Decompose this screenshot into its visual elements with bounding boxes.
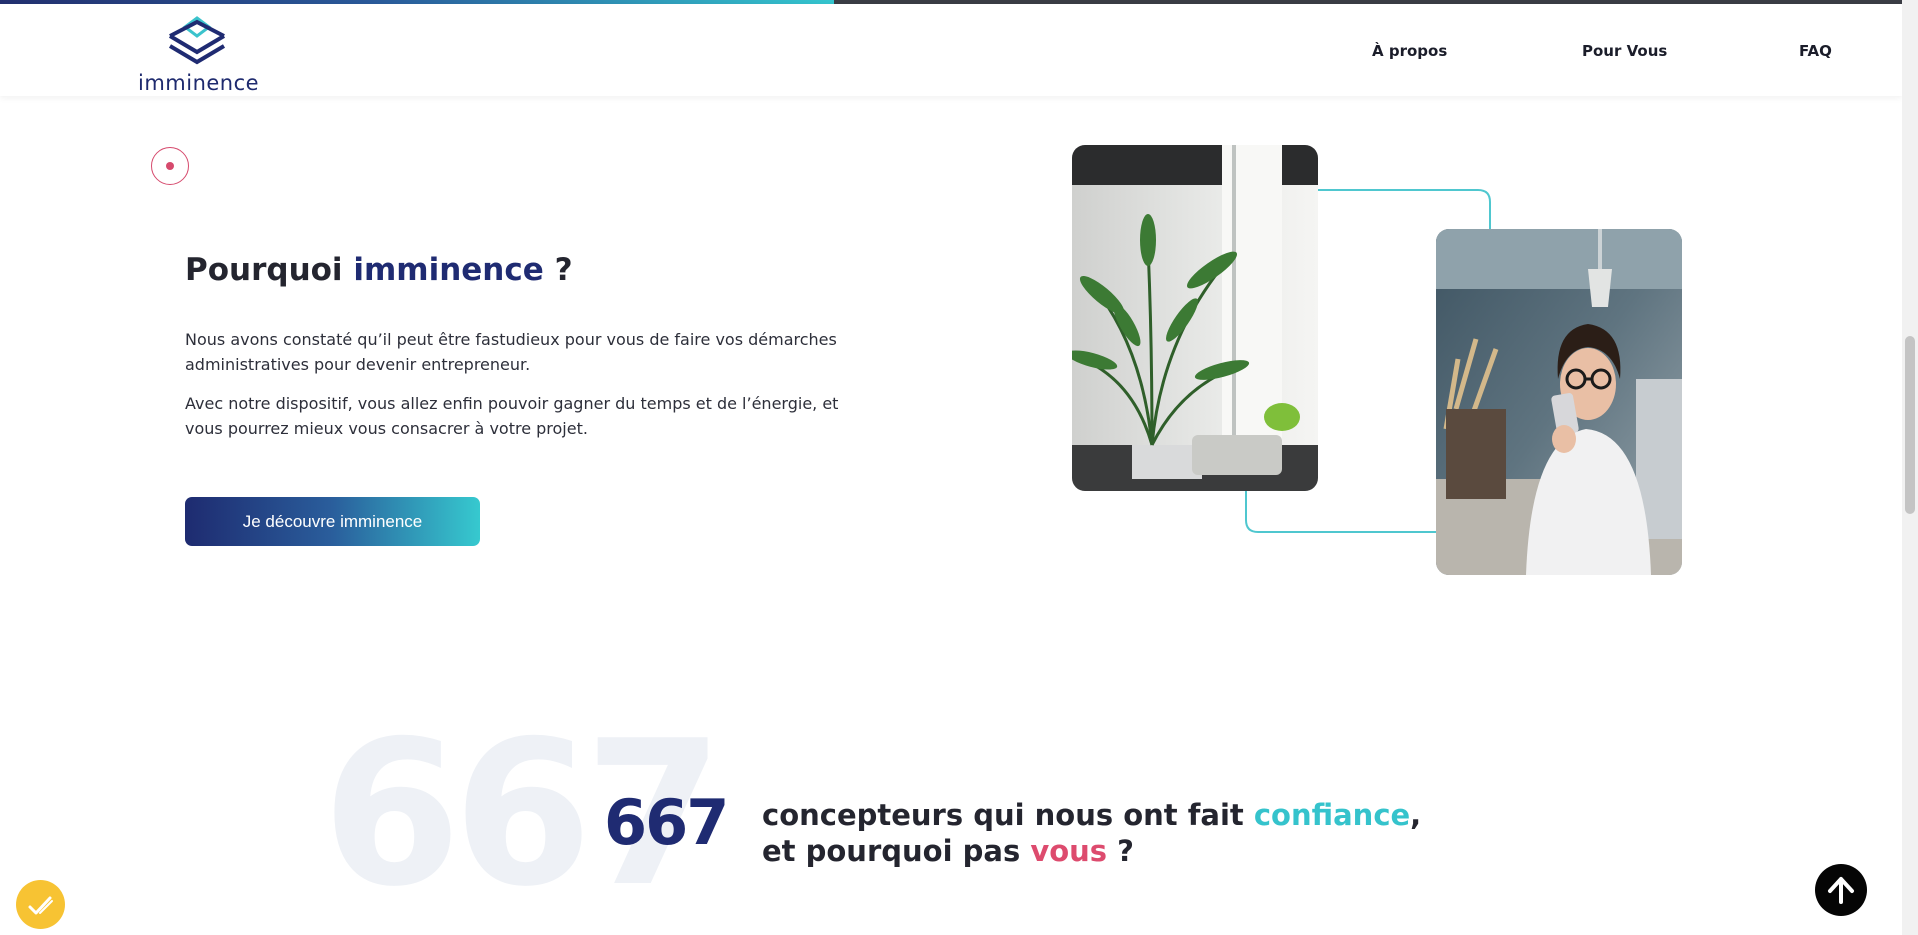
tagline-line1-prefix: concepteurs qui nous ont fait: [762, 798, 1254, 832]
woman-phone-photo: [1436, 229, 1682, 575]
discover-button[interactable]: Je découvre imminence: [185, 497, 480, 546]
tagline-line-1: concepteurs qui nous ont fait confiance,: [762, 797, 1421, 833]
scrollbar-thumb[interactable]: [1905, 336, 1915, 514]
tagline-line2-suffix: ?: [1107, 834, 1134, 868]
target-dot-icon: [151, 147, 189, 185]
intro-paragraph: Nous avons constaté qu’il peut être fast…: [185, 330, 837, 374]
benefit-paragraph: Avec notre dispositif, vous allez enfin …: [185, 394, 839, 438]
back-to-top-button[interactable]: [1815, 864, 1867, 916]
office-plant-photo: [1072, 145, 1318, 491]
stacked-diamond-logo-icon: [168, 16, 226, 65]
stats-tagline: concepteurs qui nous ont fait confiance,…: [762, 797, 1421, 869]
designer-count: 667: [604, 786, 729, 859]
accessibility-badge-button[interactable]: [16, 880, 65, 929]
tagline-highlight-confiance: confiance: [1253, 798, 1411, 832]
checkmark-badge-icon: [28, 896, 53, 915]
tagline-line2-prefix: et pourquoi pas: [762, 834, 1031, 868]
title-suffix: ?: [543, 252, 573, 288]
tagline-line-2: et pourquoi pas vous ?: [762, 833, 1421, 869]
tagline-line1-suffix: ,: [1410, 798, 1422, 832]
arrow-up-icon: [1828, 877, 1854, 904]
nav-link-a-propos[interactable]: À propos: [1372, 42, 1447, 60]
nav-link-faq[interactable]: FAQ: [1799, 42, 1832, 60]
logo[interactable]: imminence: [138, 12, 260, 95]
site-header: imminence À propos Pour Vous FAQ: [0, 4, 1902, 96]
section-title: Pourquoi imminence ?: [185, 252, 573, 288]
nav-link-pour-vous[interactable]: Pour Vous: [1582, 42, 1667, 60]
tagline-highlight-vous: vous: [1030, 834, 1108, 868]
title-brand: imminence: [353, 252, 544, 288]
logo-text: imminence: [138, 71, 260, 95]
page-scrollbar[interactable]: [1902, 0, 1918, 935]
title-prefix: Pourquoi: [185, 252, 354, 288]
